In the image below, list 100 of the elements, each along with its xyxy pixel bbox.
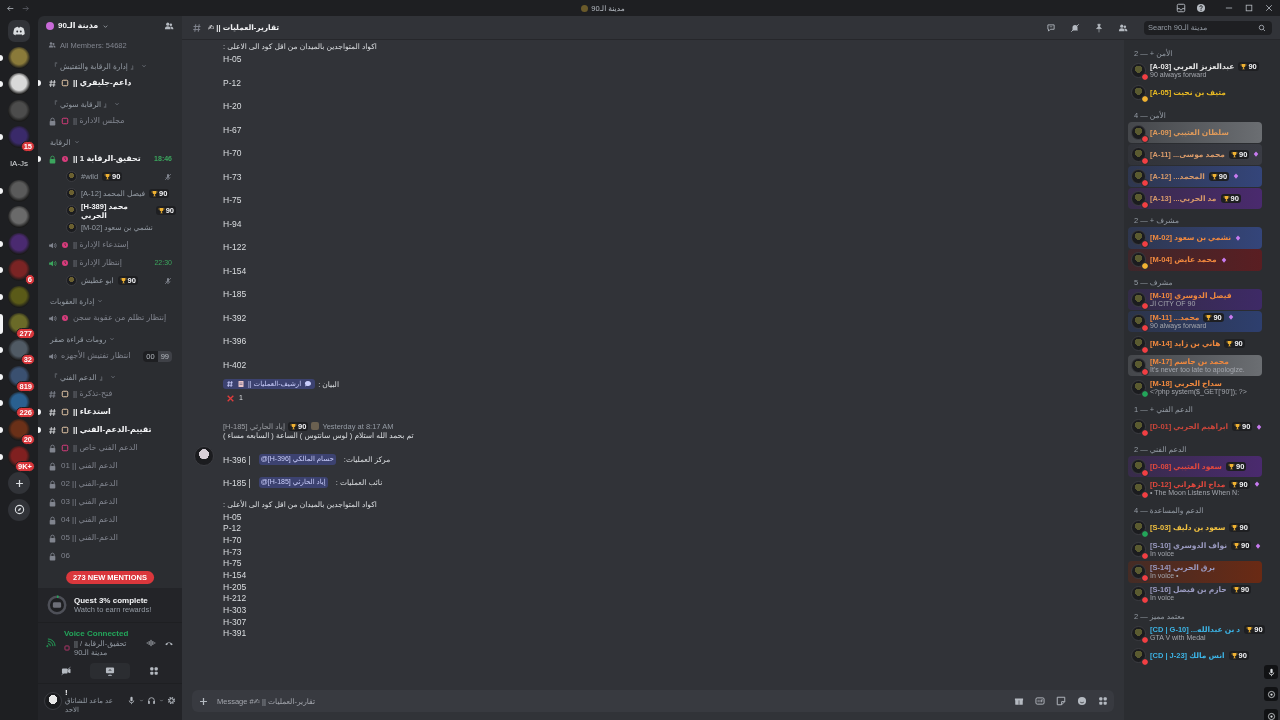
pin-icon bbox=[1094, 22, 1104, 33]
voice-status[interactable]: Voice Connected bbox=[64, 629, 138, 639]
code-text: H-396 bbox=[223, 336, 247, 346]
server-icon bbox=[46, 22, 54, 30]
code-text: H-185 bbox=[223, 289, 247, 299]
channel-item[interactable]: 02 || الدعم-الفني bbox=[44, 475, 176, 493]
maximize-button[interactable] bbox=[1244, 3, 1254, 13]
code-text: H-392 bbox=[223, 312, 247, 323]
gif-icon bbox=[1035, 696, 1045, 706]
channel-item[interactable]: 03 || الدعم الفني bbox=[44, 493, 176, 511]
plus-icon bbox=[198, 695, 209, 707]
server-avatar[interactable] bbox=[8, 445, 30, 468]
discover-button[interactable] bbox=[8, 498, 30, 521]
user-avatar bbox=[44, 691, 62, 710]
server-avatar[interactable] bbox=[8, 392, 30, 415]
avatar bbox=[1131, 647, 1146, 663]
hash-icon bbox=[48, 78, 57, 88]
target-icon bbox=[1266, 689, 1276, 699]
channel-item[interactable]: إنتظار تظلم من عقوبة سجن bbox=[44, 309, 176, 327]
threads-button[interactable] bbox=[1046, 22, 1056, 33]
channel-item[interactable]: 04 || الدعم الفني bbox=[44, 511, 176, 529]
lock-icon bbox=[48, 116, 57, 126]
code-text: H-20 bbox=[223, 101, 242, 111]
channel-item[interactable]: || إستدعاء الإدارة bbox=[44, 236, 176, 254]
channel-item[interactable]: 05 || الدعم-الفني bbox=[44, 529, 176, 547]
speaker-icon bbox=[48, 240, 57, 250]
role-icon bbox=[311, 422, 320, 431]
overlay-button[interactable] bbox=[1264, 709, 1278, 720]
chevron-icon bbox=[114, 101, 121, 107]
code-text: H-75 bbox=[223, 195, 242, 205]
server-avatar bbox=[581, 4, 589, 12]
lock-icon bbox=[48, 497, 57, 507]
server-avatar[interactable] bbox=[8, 418, 30, 441]
sticker-button[interactable] bbox=[1056, 696, 1066, 706]
attach-button[interactable] bbox=[198, 695, 209, 707]
member-list-button[interactable] bbox=[1118, 22, 1128, 33]
home-button[interactable] bbox=[8, 20, 30, 42]
sound-wave-icon bbox=[146, 637, 156, 648]
lock-icon bbox=[48, 533, 57, 543]
code-text: H-307 bbox=[223, 616, 247, 627]
maximize-icon bbox=[1244, 3, 1254, 13]
gear-icon bbox=[167, 696, 176, 706]
channel-item[interactable]: || داعم-جليفري bbox=[44, 74, 176, 92]
avatar bbox=[1131, 357, 1146, 373]
code-text: H-05 bbox=[223, 511, 242, 522]
channel-item[interactable]: || مجلس الادارة bbox=[44, 112, 176, 130]
avatar bbox=[1131, 625, 1146, 641]
pins-button[interactable] bbox=[1094, 22, 1104, 33]
screen-share-button[interactable] bbox=[90, 662, 130, 679]
bell-off-icon bbox=[1070, 22, 1080, 33]
avatar bbox=[66, 205, 77, 216]
hash-icon bbox=[48, 389, 57, 399]
channel-item[interactable]: || استدعاء bbox=[44, 403, 176, 421]
server-avatar[interactable] bbox=[8, 126, 30, 149]
mic-button[interactable] bbox=[127, 696, 136, 706]
code-text: H-205 bbox=[223, 581, 247, 592]
user-name: ! bbox=[65, 687, 69, 697]
server-name[interactable]: مدينة الـ90 bbox=[58, 21, 99, 31]
gift-button[interactable] bbox=[1014, 696, 1024, 706]
hash-icon bbox=[192, 22, 202, 33]
channel-item[interactable]: || فتح-تذكرة bbox=[44, 385, 176, 403]
close-icon bbox=[1264, 3, 1274, 13]
channel-item[interactable]: 01 || الدعم الفني bbox=[44, 457, 176, 475]
apps-button[interactable] bbox=[1098, 696, 1108, 706]
channel-item[interactable]: || تقييم-الدعم-الفني bbox=[44, 421, 176, 439]
plus-icon bbox=[13, 477, 25, 489]
chevron-icon bbox=[97, 298, 104, 304]
cross-icon bbox=[226, 394, 235, 403]
server-label[interactable]: IA-Js bbox=[4, 152, 34, 175]
settings-button[interactable] bbox=[167, 696, 176, 706]
mic-button[interactable] bbox=[1264, 665, 1278, 679]
noise-button[interactable] bbox=[146, 637, 156, 648]
back-icon[interactable] bbox=[6, 3, 15, 13]
mute-button[interactable] bbox=[1070, 22, 1080, 33]
gif-button[interactable] bbox=[1035, 696, 1045, 706]
chevron-icon bbox=[102, 22, 110, 30]
close-button[interactable] bbox=[1264, 3, 1274, 13]
logo bbox=[12, 24, 26, 38]
people-icon bbox=[1118, 22, 1128, 33]
channel-item[interactable]: 06 bbox=[44, 547, 176, 565]
server-avatar[interactable] bbox=[8, 73, 30, 96]
server-avatar[interactable] bbox=[8, 339, 30, 362]
screen-share-icon bbox=[105, 665, 115, 676]
code-text: H-73 bbox=[223, 171, 242, 182]
speaker-icon bbox=[48, 351, 57, 361]
headset-button[interactable] bbox=[147, 696, 156, 706]
search-icon bbox=[1258, 23, 1266, 32]
channel-item[interactable]: || الدعم الفني خاص bbox=[44, 439, 176, 457]
emoji-button[interactable] bbox=[1077, 696, 1087, 706]
avatar bbox=[1131, 379, 1146, 395]
avatar bbox=[66, 188, 77, 199]
lock-icon bbox=[48, 461, 57, 471]
add-server-button[interactable] bbox=[8, 472, 30, 495]
avatar bbox=[1131, 335, 1146, 351]
code-text: H-05 bbox=[223, 54, 242, 64]
invite-button[interactable] bbox=[164, 21, 174, 31]
code-text: H-94 bbox=[223, 218, 242, 229]
code-text: H-70 bbox=[223, 148, 242, 158]
record-button[interactable] bbox=[1264, 687, 1278, 701]
server-avatar[interactable] bbox=[8, 365, 30, 388]
